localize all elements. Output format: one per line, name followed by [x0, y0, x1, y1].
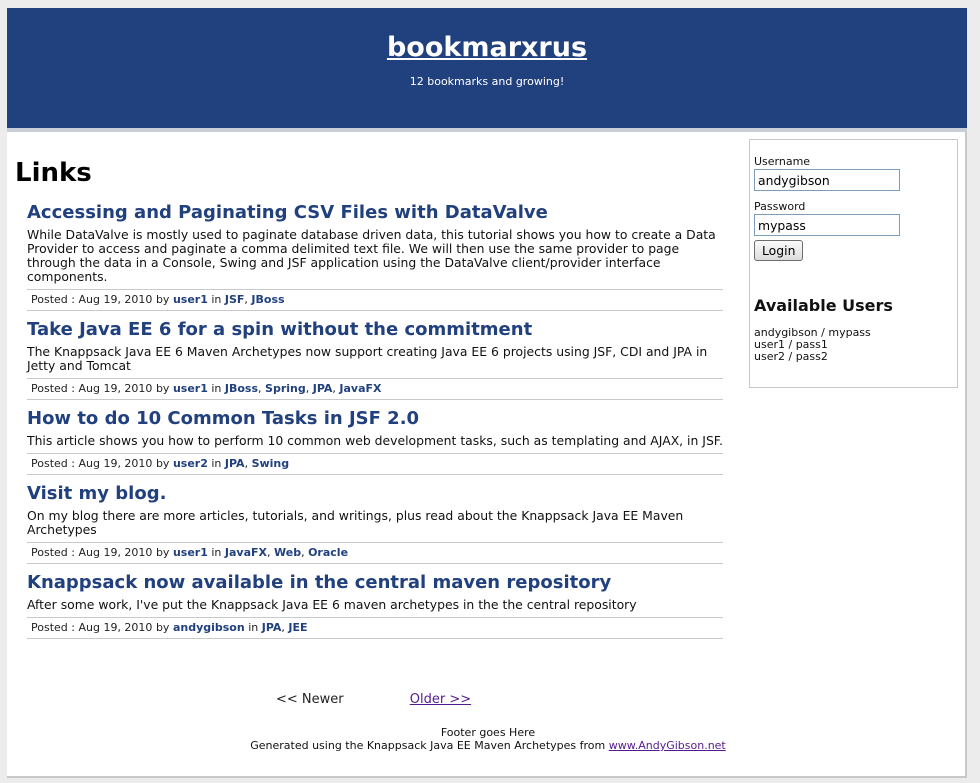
author-link[interactable]: user1 [173, 293, 208, 306]
tag-link[interactable]: JBoss [251, 293, 284, 306]
footer-credit-text: Generated using the Knappsack Java EE Ma… [250, 739, 606, 752]
posted-date: Aug 19, 2010 [78, 382, 153, 395]
site-header: bookmarxrus 12 bookmarks and growing! [7, 8, 967, 132]
article-item: Take Java EE 6 for a spin without the co… [27, 319, 723, 400]
username-input[interactable] [754, 169, 900, 191]
article-item: Accessing and Paginating CSV Files with … [27, 202, 723, 311]
author-link[interactable]: user2 [173, 457, 208, 470]
tag-link[interactable]: JavaFX [339, 382, 381, 395]
tag-link[interactable]: JBoss [225, 382, 258, 395]
author-link[interactable]: user1 [173, 382, 208, 395]
footer-line-1: Footer goes Here [440, 726, 536, 739]
article-title-link[interactable]: Visit my blog. [27, 483, 723, 505]
posted-date: Aug 19, 2010 [78, 293, 153, 306]
by-label: by [155, 382, 170, 395]
footer-line-2: Generated using the Knappsack Java EE Ma… [243, 739, 733, 752]
posted-label: Posted : [31, 621, 75, 634]
by-label: by [155, 621, 170, 634]
tag-link[interactable]: Spring [265, 382, 306, 395]
available-users-list: andygibson / mypass user1 / pass1 user2 … [754, 327, 957, 363]
site-tagline: 12 bookmarks and growing! [409, 75, 565, 88]
tag-link[interactable]: JavaFX [225, 546, 267, 559]
older-link[interactable]: Older >> [410, 692, 471, 707]
posted-label: Posted : [31, 293, 75, 306]
footer-site-link[interactable]: www.AndyGibson.net [609, 739, 726, 752]
in-label: in [248, 621, 259, 634]
in-label: in [211, 457, 222, 470]
posted-date: Aug 19, 2010 [78, 457, 153, 470]
tag-link[interactable]: Swing [252, 457, 290, 470]
article-meta: Posted : Aug 19, 2010 by user2 in JPA, S… [27, 453, 723, 475]
posted-date: Aug 19, 2010 [78, 621, 153, 634]
article-description: The Knappsack Java EE 6 Maven Archetypes… [27, 344, 708, 373]
in-label: in [211, 546, 222, 559]
password-label: Password [754, 200, 806, 213]
tag-link[interactable]: JPA [262, 621, 282, 634]
tag-link[interactable]: Web [274, 546, 301, 559]
article-list: Accessing and Paginating CSV Files with … [27, 202, 723, 647]
article-meta: Posted : Aug 19, 2010 by user1 in JSF, J… [27, 289, 723, 311]
in-label: in [211, 293, 222, 306]
page-title: Links [15, 158, 92, 188]
article-meta: Posted : Aug 19, 2010 by user1 in JavaFX… [27, 542, 723, 564]
article-item: How to do 10 Common Tasks in JSF 2.0 This… [27, 408, 723, 475]
article-description: While DataValve is mostly used to pagina… [27, 227, 716, 284]
by-label: by [155, 293, 170, 306]
site-title-link[interactable]: bookmarxrus [387, 32, 587, 63]
available-users-heading: Available Users [754, 296, 893, 315]
author-link[interactable]: andygibson [173, 621, 245, 634]
tag-link[interactable]: JPA [313, 382, 333, 395]
username-label: Username [754, 155, 811, 168]
tag-link[interactable]: JPA [225, 457, 245, 470]
password-input[interactable] [754, 214, 900, 236]
available-user-item: user2 / pass2 [754, 350, 828, 363]
by-label: by [155, 457, 170, 470]
article-item: Knappsack now available in the central m… [27, 572, 723, 639]
posted-label: Posted : [31, 546, 75, 559]
article-description: On my blog there are more articles, tuto… [27, 508, 684, 537]
login-button[interactable]: Login [754, 240, 804, 261]
in-label: in [211, 382, 222, 395]
article-description: This article shows you how to perform 10… [27, 433, 723, 448]
tag-link[interactable]: JEE [288, 621, 307, 634]
article-meta: Posted : Aug 19, 2010 by andygibson in J… [27, 617, 723, 639]
tag-link[interactable]: JSF [225, 293, 245, 306]
pager: << Newer Older >> [276, 692, 471, 707]
posted-label: Posted : [31, 457, 75, 470]
posted-date: Aug 19, 2010 [78, 546, 153, 559]
article-title-link[interactable]: Accessing and Paginating CSV Files with … [27, 202, 723, 224]
article-item: Visit my blog. On my blog there are more … [27, 483, 723, 564]
tag-link[interactable]: Oracle [308, 546, 348, 559]
article-description: After some work, I've put the Knappsack … [27, 597, 637, 612]
article-title-link[interactable]: Knappsack now available in the central m… [27, 572, 723, 594]
article-meta: Posted : Aug 19, 2010 by user1 in JBoss,… [27, 378, 723, 400]
newer-label: << Newer [276, 692, 344, 707]
article-title-link[interactable]: Take Java EE 6 for a spin without the co… [27, 319, 723, 341]
login-sidebar: Username Password Login Available Users … [749, 139, 958, 388]
author-link[interactable]: user1 [173, 546, 208, 559]
footer: Footer goes Here Generated using the Kna… [243, 726, 733, 752]
by-label: by [155, 546, 170, 559]
page-frame: bookmarxrus 12 bookmarks and growing! Li… [7, 8, 967, 778]
posted-label: Posted : [31, 382, 75, 395]
article-title-link[interactable]: How to do 10 Common Tasks in JSF 2.0 [27, 408, 723, 430]
